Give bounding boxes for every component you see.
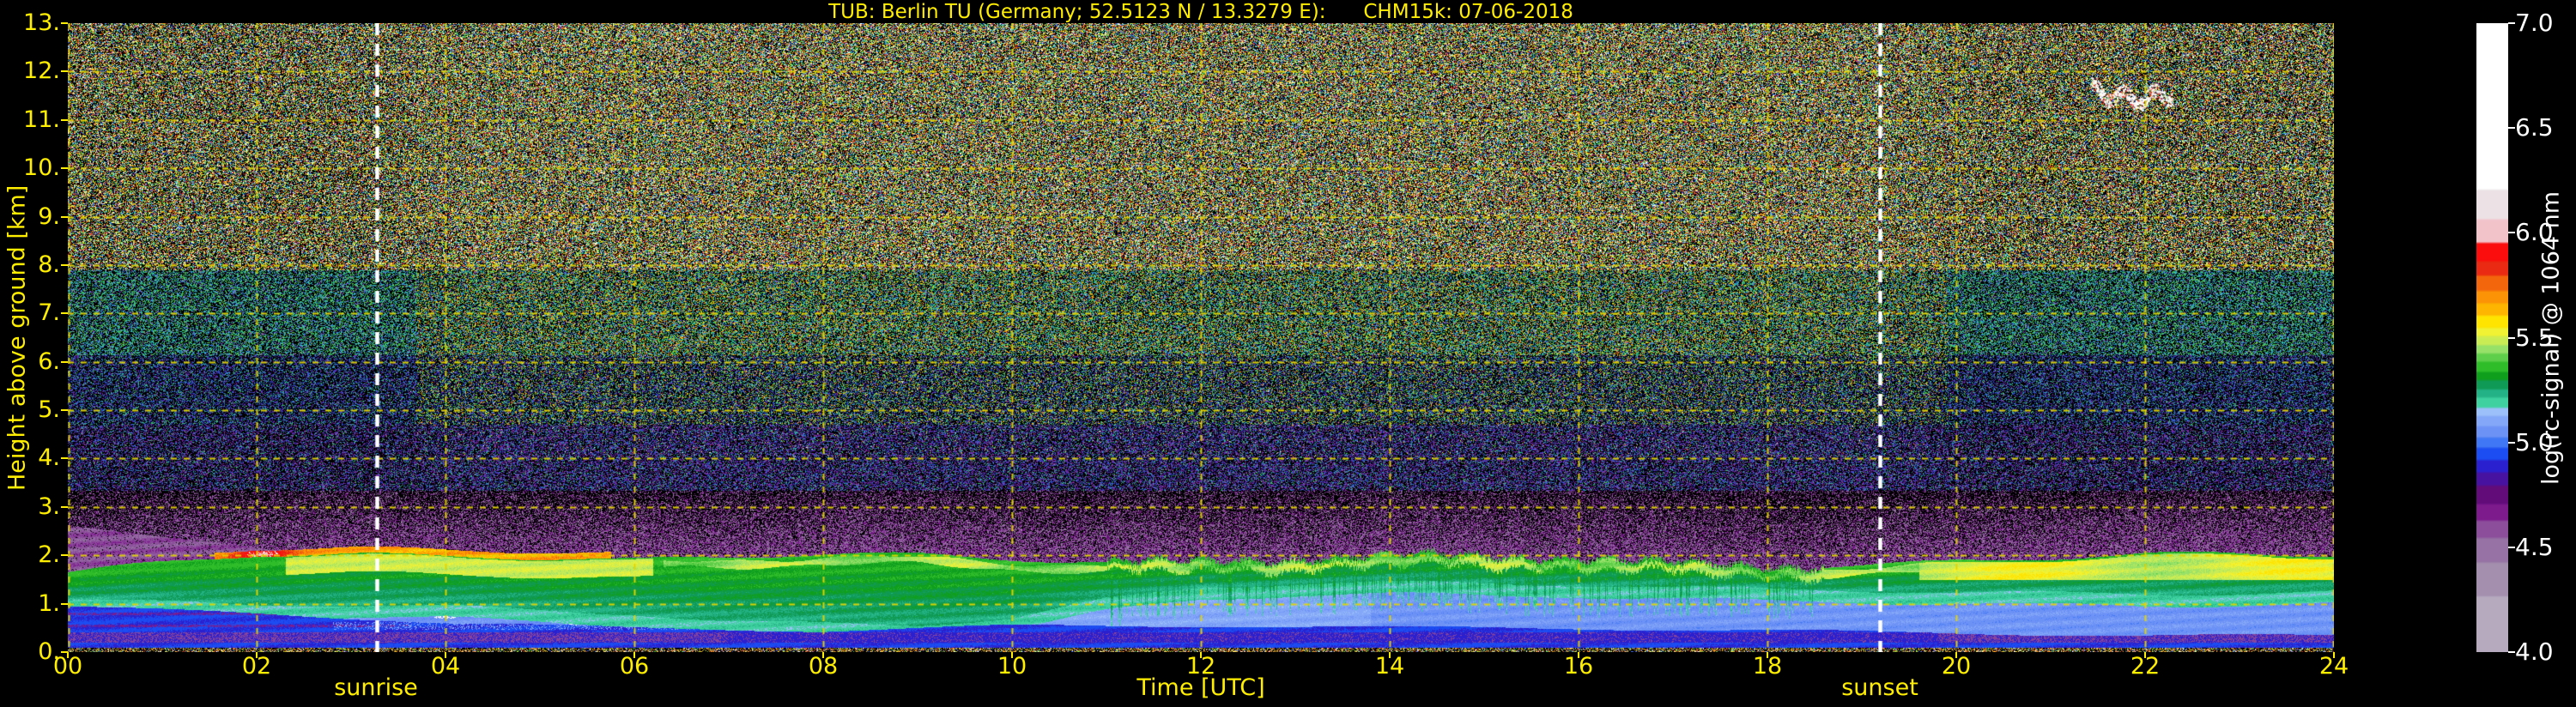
colorbar-tick-mark <box>2508 232 2515 234</box>
y-tick-label: 10. <box>23 154 60 182</box>
y-tick-mark <box>61 312 68 315</box>
colorbar-tick-label: 6.5 <box>2515 113 2554 142</box>
colorbar-tick-mark <box>2508 546 2515 548</box>
y-tick-mark <box>61 263 68 266</box>
colorbar-tick-mark <box>2508 22 2515 24</box>
x-tick-mark <box>1578 652 1579 658</box>
y-tick-mark <box>61 554 68 557</box>
x-tick-mark <box>67 652 69 658</box>
y-tick-label: 1. <box>38 589 60 617</box>
y-tick-mark <box>61 360 68 363</box>
x-tick-mark <box>445 652 446 658</box>
colorbar <box>2476 23 2508 652</box>
y-tick-mark <box>61 409 68 412</box>
colorbar-tick-mark <box>2508 651 2515 653</box>
page-title: TUB: Berlin TU (Germany; 52.5123 N / 13.… <box>828 1 1573 23</box>
y-tick-label: 11. <box>23 106 60 133</box>
x-tick-mark <box>1200 652 1202 658</box>
x-tick-mark <box>2144 652 2146 658</box>
colorbar-tick-label: 7.0 <box>2515 9 2554 37</box>
y-tick-label: 3. <box>38 492 60 520</box>
colorbar-tick-label: 5.0 <box>2515 427 2554 456</box>
y-tick-mark <box>61 505 68 508</box>
x-tick-mark <box>1389 652 1391 658</box>
heatmap-plot <box>68 23 2334 652</box>
colorbar-tick-label: 4.0 <box>2515 638 2554 666</box>
y-tick-mark <box>61 118 68 121</box>
y-tick-label: 6. <box>38 347 60 375</box>
x-tick-mark <box>1955 652 1957 658</box>
x-tick-mark <box>256 652 258 658</box>
x-tick-mark <box>2333 652 2335 658</box>
colorbar-tick-label: 6.0 <box>2515 218 2554 247</box>
y-tick-label: 7. <box>38 299 60 327</box>
y-tick-mark <box>61 457 68 460</box>
y-tick-label: 13. <box>23 9 60 36</box>
y-tick-mark <box>61 602 68 605</box>
x-tick-mark <box>822 652 824 658</box>
y-tick-mark <box>61 22 68 24</box>
y-tick-label: 9. <box>38 202 60 230</box>
x-tick-mark <box>633 652 635 658</box>
colorbar-tick-label: 5.5 <box>2515 323 2554 352</box>
y-tick-label: 12. <box>23 57 60 85</box>
ceilometer-quicklook-figure: TUB: Berlin TU (Germany; 52.5123 N / 13.… <box>0 0 2576 707</box>
colorbar-tick-label: 4.5 <box>2515 532 2554 561</box>
colorbar-tick-mark <box>2508 441 2515 444</box>
colorbar-tick-mark <box>2508 127 2515 130</box>
y-tick-label: 2. <box>38 541 60 569</box>
x-tick-mark <box>1767 652 1768 658</box>
y-tick-label: 8. <box>38 251 60 278</box>
y-tick-label: 5. <box>38 396 60 424</box>
y-tick-mark <box>61 70 68 73</box>
colorbar-tick-mark <box>2508 336 2515 339</box>
x-tick-mark <box>1011 652 1013 658</box>
y-tick-mark <box>61 215 68 218</box>
y-tick-mark <box>61 167 68 170</box>
y-tick-label: 4. <box>38 444 60 472</box>
